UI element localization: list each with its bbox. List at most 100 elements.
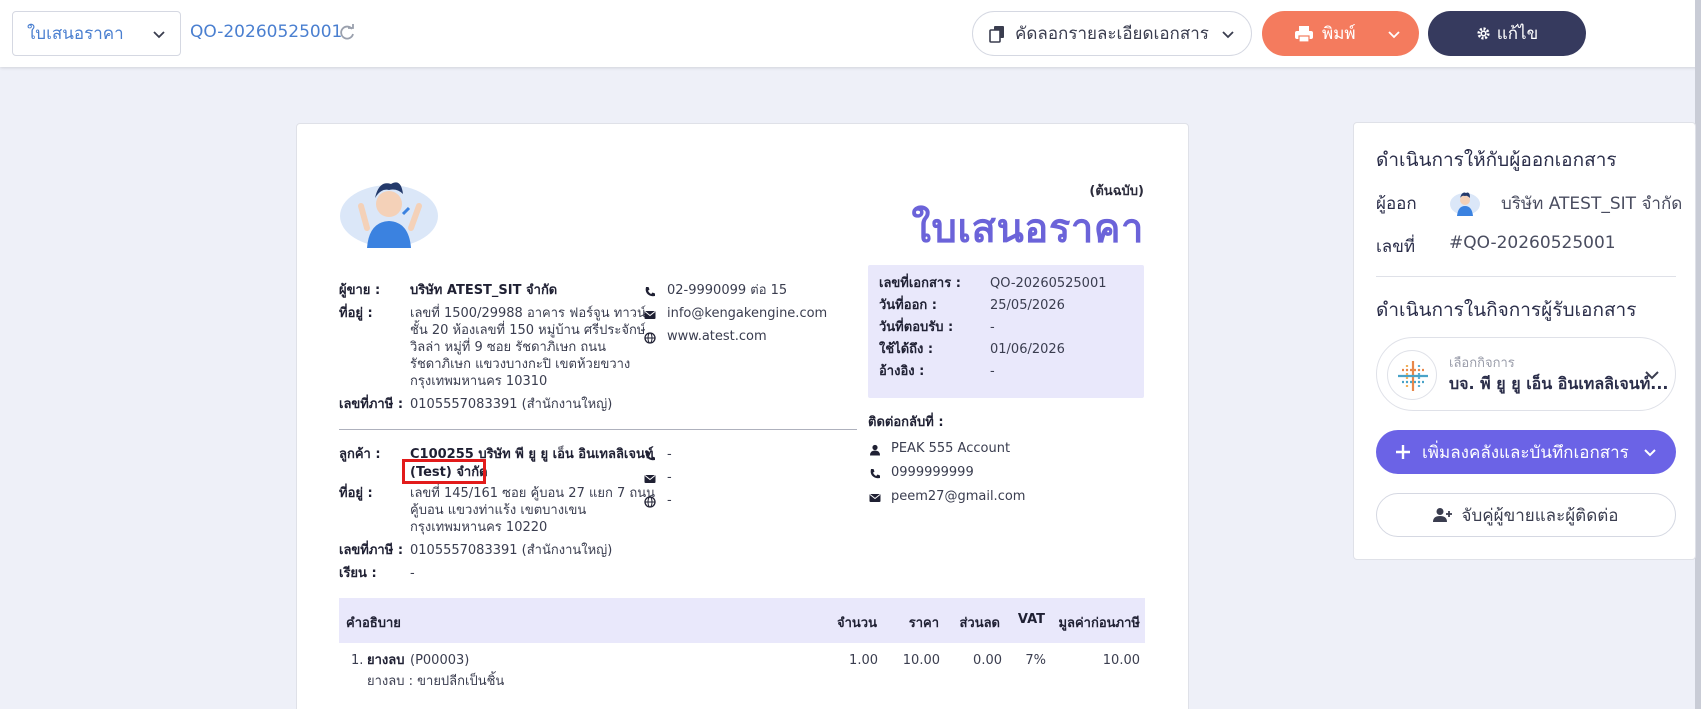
seller-tax-label: เลขที่ภาษี : [339, 397, 404, 412]
item-name: ยางลบ [367, 653, 405, 668]
seller-label: ผู้ขาย : [339, 283, 381, 298]
seller-website: www.atest.com [667, 329, 767, 344]
column-header-vat: VAT [1017, 612, 1045, 627]
customer-address-line: คู้บอน แขวงท่าแร้ง เขตบางเขน [410, 503, 587, 518]
reply-date-label: วันที่ตอบรับ : [879, 320, 954, 335]
customer-attn-value: - [410, 566, 415, 581]
item-discount: 0.00 [973, 653, 1002, 668]
company-logo-illustration [340, 182, 438, 248]
pair-vendor-contact-label: จับคู่ผู้ขายและผู้ติดต่อ [1461, 505, 1619, 526]
document-type-label: ใบเสนอราคา [27, 24, 124, 44]
globe-icon [644, 332, 656, 344]
reference-value: - [990, 364, 995, 379]
seller-address-label: ที่อยู่ : [339, 306, 373, 321]
customer-attn-label: เรียน : [339, 566, 377, 581]
customer-address-line: กรุงเทพมหานคร 10220 [410, 520, 548, 535]
item-description: ยางลบ : ขายปลีกเป็นชิ้น [367, 674, 505, 689]
seller-name: บริษัท ATEST_SIT จำกัด [410, 283, 558, 298]
business-logo [1387, 350, 1437, 400]
number-value: #QO-20260525001 [1449, 233, 1616, 253]
recipient-section-title: ดำเนินการในกิจการผู้รับเอกสาร [1376, 299, 1637, 321]
chevron-down-icon [1645, 371, 1659, 380]
add-user-icon [1433, 508, 1453, 522]
avatar [1450, 192, 1480, 216]
customer-website: - [667, 493, 672, 508]
add-to-library-button[interactable]: เพิ่มลงคลังและบันทึกเอกสาร [1376, 430, 1676, 474]
issuer-name: บริษัท ATEST_SIT จำกัด [1501, 194, 1683, 214]
seller-address-line: วิลล่า หมู่ที่ 9 ซอย รัชดาภิเษก ถนน [410, 340, 607, 355]
copy-document-button[interactable]: คัดลอกรายละเอียดเอกสาร [972, 11, 1252, 56]
chevron-down-icon [1388, 30, 1400, 38]
item-quantity: 1.00 [849, 653, 878, 668]
column-header-description: คำอธิบาย [346, 616, 401, 631]
issue-date-value: 25/05/2026 [990, 298, 1065, 313]
globe-icon [644, 496, 656, 508]
add-to-library-label: เพิ่มลงคลังและบันทึกเอกสาร [1422, 442, 1629, 463]
seller-phone: 02-9990099 ต่อ 15 [667, 283, 788, 298]
doc-no-label: เลขที่เอกสาร : [879, 276, 961, 291]
column-header-quantity: จำนวน [837, 616, 877, 631]
phone-icon [645, 451, 655, 461]
seller-address-line: เลขที่ 1500/29988 อาคาร ฟอร์จูน ทาวน์ [410, 306, 646, 321]
panel-divider [1376, 276, 1676, 277]
copy-document-label: คัดลอกรายละเอียดเอกสาร [1015, 24, 1209, 44]
print-button[interactable]: พิมพ์ [1262, 11, 1419, 56]
item-price: 10.00 [902, 653, 940, 668]
envelope-icon [644, 475, 656, 483]
customer-tax-id: 0105557083391 (สำนักงานใหญ่) [410, 543, 613, 558]
pair-vendor-contact-button[interactable]: จับคู่ผู้ขายและผู้ติดต่อ [1376, 493, 1676, 537]
gear-icon [1477, 27, 1490, 40]
document-number: QO-20260525001 [190, 22, 343, 42]
customer-address-label: ที่อยู่ : [339, 486, 373, 501]
column-header-discount: ส่วนลด [959, 616, 1000, 631]
phone-icon [645, 287, 655, 297]
customer-label: ลูกค้า : [339, 447, 381, 462]
doc-no-value: QO-20260525001 [990, 276, 1107, 291]
column-header-amount: มูลค่าก่อนภาษี [1058, 616, 1140, 631]
contact-name: PEAK 555 Account [891, 441, 1011, 456]
item-code: (P00003) [410, 653, 470, 668]
envelope-icon [869, 494, 881, 502]
seller-address-line: กรุงเทพมหานคร 10310 [410, 374, 548, 389]
section-divider [339, 429, 857, 430]
issuer-label: ผู้ออก [1376, 194, 1417, 214]
chevron-down-icon [153, 30, 165, 38]
chevron-down-icon [1222, 30, 1234, 38]
valid-until-value: 01/06/2026 [990, 342, 1065, 357]
business-logo-icon [1398, 361, 1428, 391]
business-select-hint: เลือกกิจการ [1449, 356, 1515, 371]
reference-label: อ้างอิง : [879, 364, 925, 379]
customer-phone: - [667, 447, 672, 462]
refresh-icon[interactable] [338, 24, 356, 42]
seller-tax-id: 0105557083391 (สำนักงานใหญ่) [410, 397, 613, 412]
business-select[interactable]: เลือกกิจการ บจ. พี ยู ยู เอ็น อินเทลลิเจ… [1376, 337, 1676, 411]
valid-until-label: ใช้ได้ถึง : [879, 342, 934, 357]
row-number: 1. [351, 653, 364, 668]
business-name: บจ. พี ยู ยู เอ็น อินเทลลิเจนท์... [1449, 374, 1669, 393]
edit-button[interactable]: แก้ไข [1428, 11, 1586, 56]
document-type-select[interactable]: ใบเสนอราคา [12, 11, 181, 56]
seller-address-line: รัชดาภิเษก แขวงบางกะปิ เขตห้วยขวาง [410, 357, 631, 372]
highlight-box [402, 459, 486, 484]
reply-date-value: - [990, 320, 995, 335]
document-title: ใบเสนอราคา [911, 206, 1144, 252]
number-label: เลขที่ [1376, 237, 1416, 257]
seller-email: info@kengakengine.com [667, 306, 828, 321]
print-label: พิมพ์ [1322, 24, 1356, 44]
items-table-header: คำอธิบาย จำนวน ราคา ส่วนลด VAT มูลค่าก่อ… [339, 598, 1145, 643]
envelope-icon [644, 311, 656, 319]
phone-icon [870, 469, 880, 479]
top-toolbar: ใบเสนอราคา QO-20260525001 คัดลอกรายละเอี… [0, 0, 1701, 67]
document-info-box: เลขที่เอกสาร : QO-20260525001 วันที่ออก … [868, 265, 1144, 398]
column-header-price: ราคา [908, 616, 939, 631]
plus-icon [1396, 445, 1410, 459]
item-vat: 7% [1025, 653, 1046, 668]
copy-icon [989, 25, 1004, 43]
contact-email: peem27@gmail.com [891, 489, 1026, 504]
user-icon [870, 444, 880, 456]
contact-label: ติดต่อกลับที่ : [868, 415, 944, 430]
printer-icon [1295, 25, 1313, 43]
seller-address-line: ชั้น 20 ห้องเลขที่ 150 หมู่บ้าน ศรีประจั… [410, 323, 646, 338]
item-amount: 10.00 [1102, 653, 1140, 668]
contact-phone: 0999999999 [891, 465, 974, 480]
